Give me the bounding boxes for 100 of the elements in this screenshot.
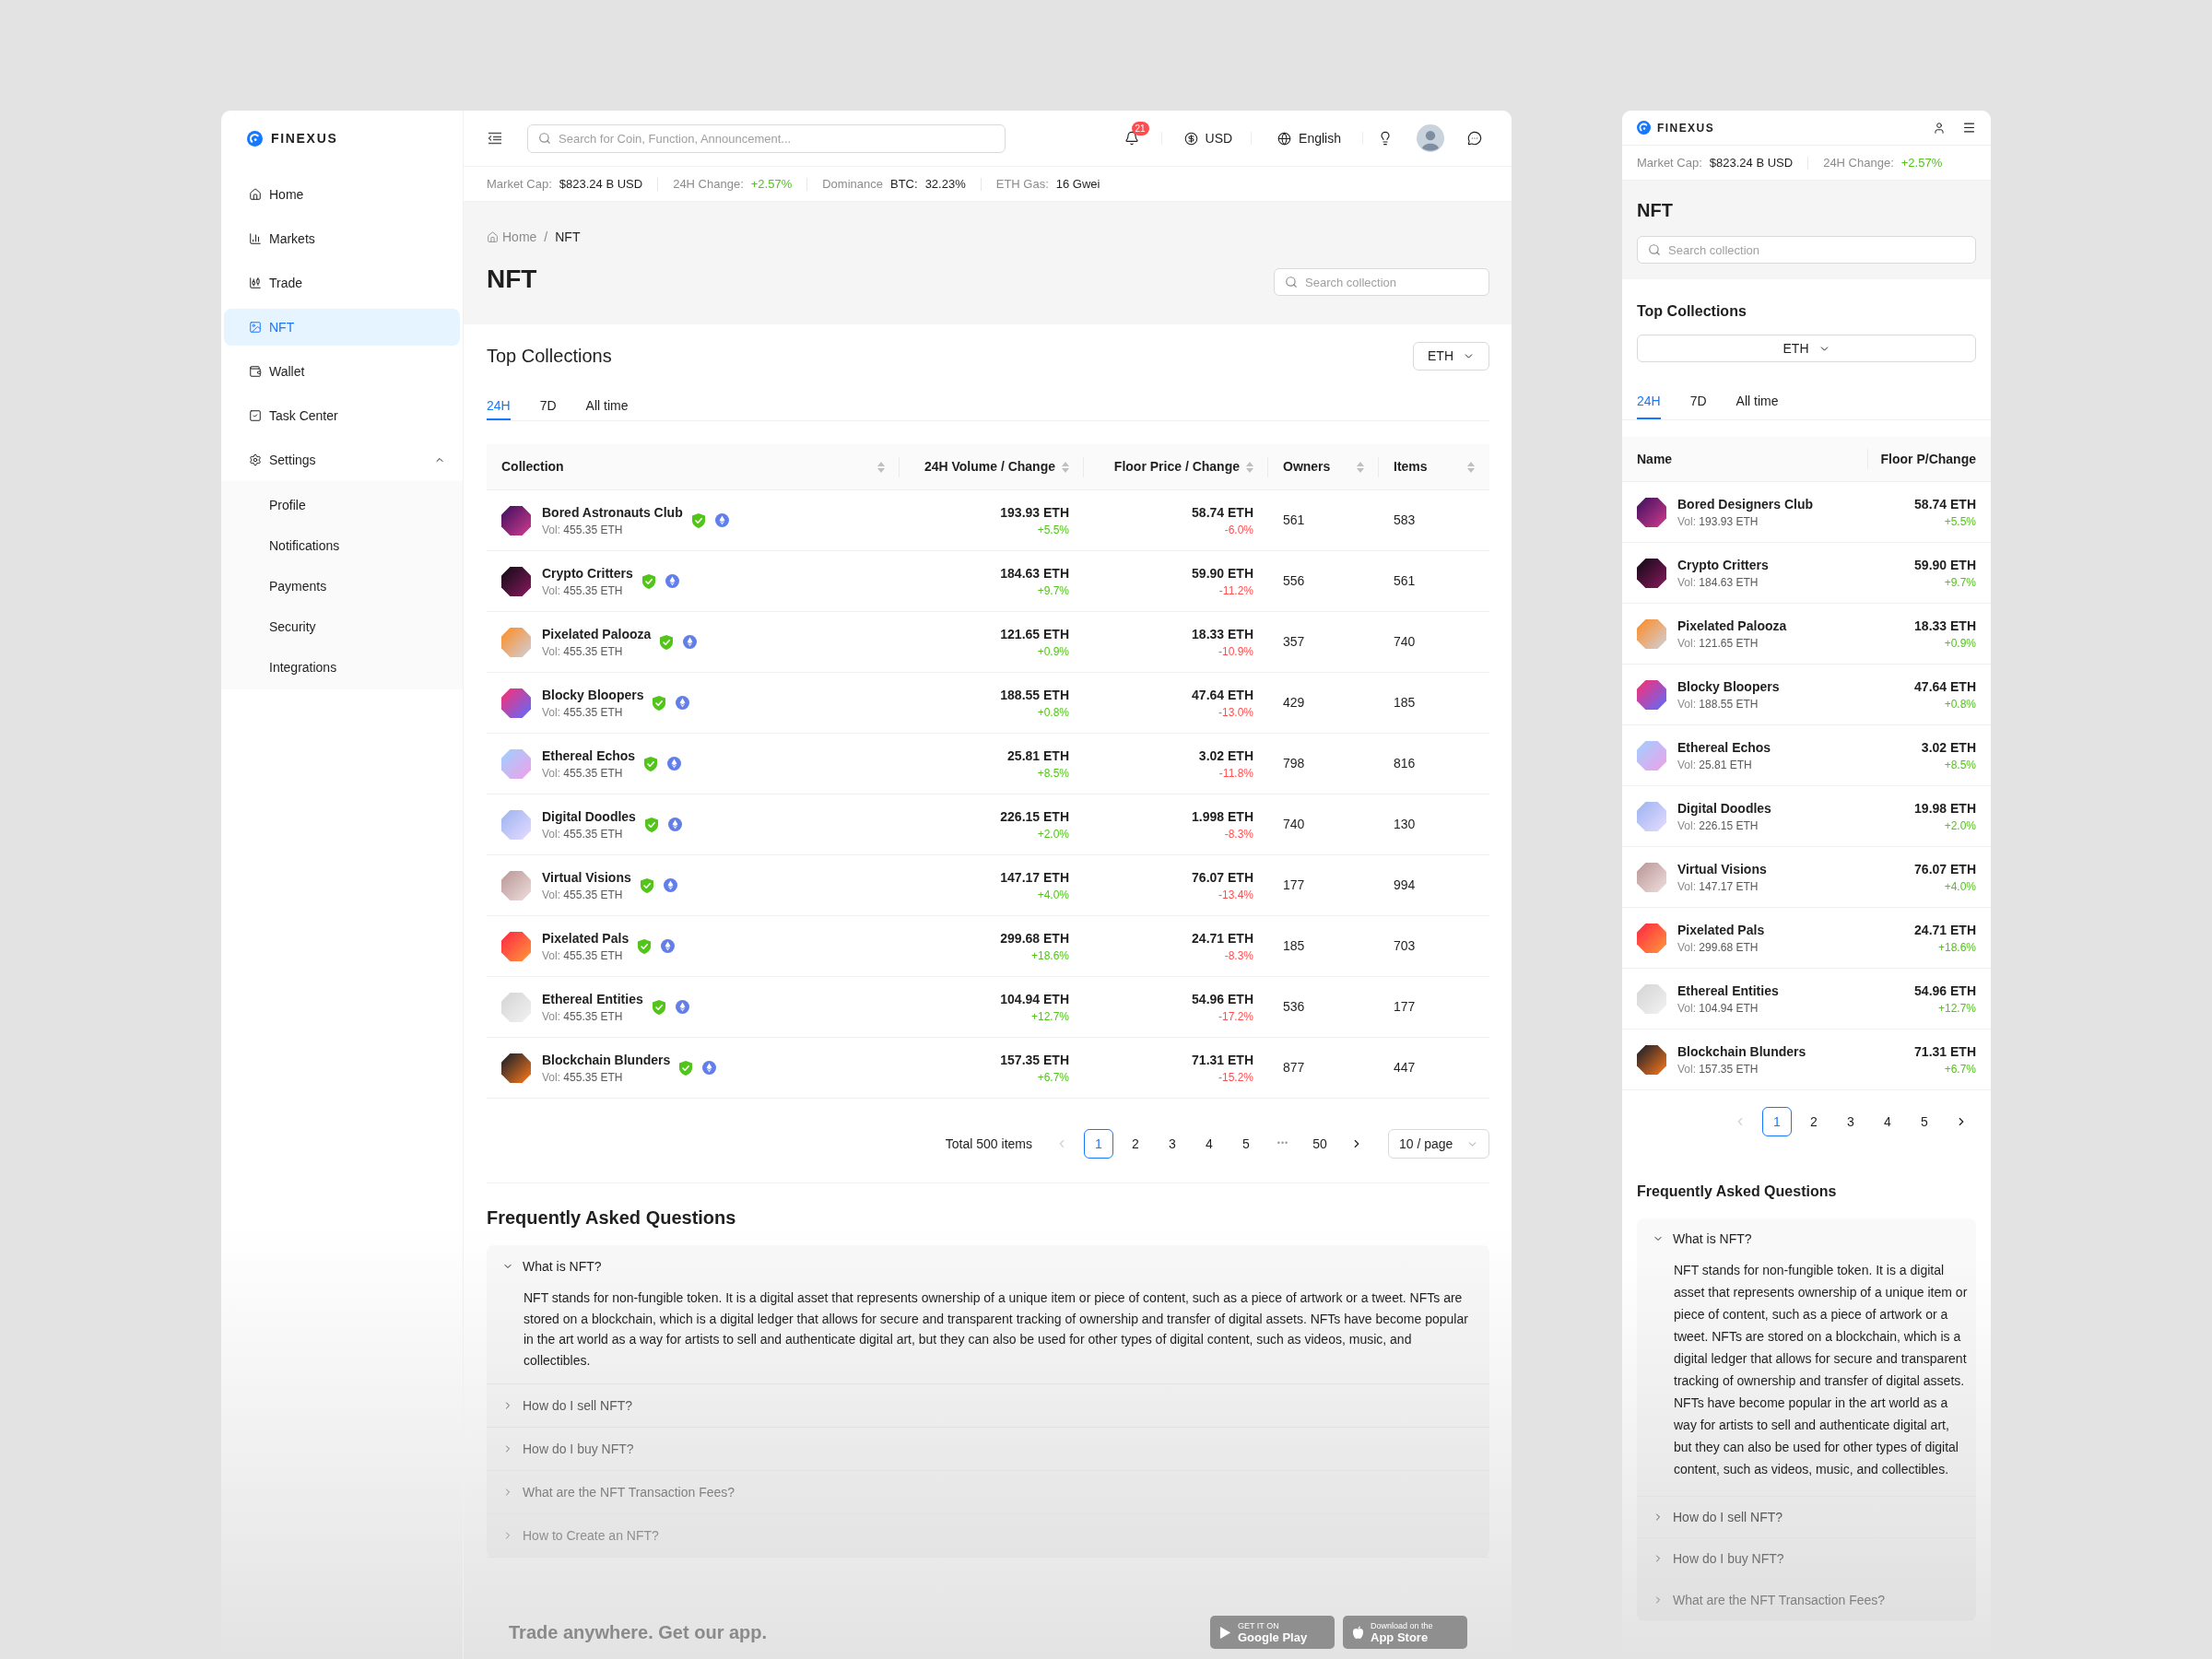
collection-name[interactable]: Blockchain Blunders bbox=[542, 1050, 671, 1069]
section-title: Top Collections bbox=[1637, 302, 1747, 321]
submenu-item[interactable]: Notifications bbox=[221, 525, 463, 566]
column-header[interactable]: Owners bbox=[1283, 457, 1364, 477]
tab[interactable]: 24H bbox=[1637, 382, 1661, 419]
sort-icon bbox=[877, 461, 885, 473]
collection-name[interactable]: Virtual Visions bbox=[1677, 859, 1767, 878]
page-button[interactable]: 5 bbox=[1231, 1129, 1261, 1159]
floor-price: 24.71 ETH bbox=[1192, 929, 1253, 947]
search-field[interactable]: Search for Coin, Function, Announcement... bbox=[527, 124, 1006, 153]
faq-question[interactable]: What is NFT? bbox=[1637, 1218, 1976, 1259]
search-field[interactable]: Search collection bbox=[1274, 268, 1489, 296]
collection-name[interactable]: Pixelated Pals bbox=[1677, 920, 1765, 939]
column-header[interactable]: Floor P/Change bbox=[1880, 449, 1976, 469]
sidebar-item[interactable]: Settings bbox=[224, 441, 460, 478]
user-icon[interactable] bbox=[1933, 121, 1946, 135]
column-header[interactable]: Floor Price / Change bbox=[1099, 457, 1253, 477]
column-header[interactable]: Items bbox=[1394, 457, 1475, 477]
items-count: 561 bbox=[1394, 572, 1416, 590]
page-button[interactable]: 3 bbox=[1836, 1107, 1865, 1136]
page-button[interactable]: 2 bbox=[1799, 1107, 1829, 1136]
stat-label: Market Cap: bbox=[1637, 154, 1702, 171]
page-button[interactable]: 2 bbox=[1121, 1129, 1150, 1159]
collection-name[interactable]: Ethereal Echos bbox=[542, 746, 636, 765]
sidebar-item[interactable]: Wallet bbox=[224, 353, 460, 390]
page-button[interactable]: 5 bbox=[1910, 1107, 1939, 1136]
tab[interactable]: All time bbox=[1735, 382, 1779, 419]
currency-select[interactable]: ETH bbox=[1637, 335, 1976, 362]
column-header[interactable]: 24H Volume / Change bbox=[914, 457, 1069, 477]
page-button[interactable]: 4 bbox=[1194, 1129, 1224, 1159]
owners-count: 536 bbox=[1283, 998, 1305, 1016]
collection-name[interactable]: Ethereal Echos bbox=[1677, 737, 1771, 757]
collection-name[interactable]: Bored Designers Club bbox=[1677, 494, 1814, 513]
floor-change: +0.9% bbox=[1944, 635, 1976, 652]
floor-price: 76.07 ETH bbox=[1914, 860, 1976, 878]
owners-count: 556 bbox=[1283, 572, 1305, 590]
collection-name[interactable]: Ethereal Entities bbox=[542, 989, 643, 1008]
submenu-item[interactable]: Security bbox=[221, 606, 463, 647]
collection-name[interactable]: Virtual Visions bbox=[542, 867, 631, 887]
bell-icon[interactable] bbox=[1124, 131, 1139, 146]
sidebar-item[interactable]: Trade bbox=[224, 265, 460, 301]
page-button[interactable]: 1 bbox=[1084, 1129, 1113, 1159]
user-avatar[interactable] bbox=[1417, 124, 1444, 152]
sidebar-item[interactable]: Task Center bbox=[224, 397, 460, 434]
submenu-item[interactable]: Integrations bbox=[221, 647, 463, 688]
page-button[interactable]: 3 bbox=[1158, 1129, 1187, 1159]
page-button[interactable]: 4 bbox=[1873, 1107, 1902, 1136]
tab[interactable]: 7D bbox=[1689, 382, 1707, 419]
stat-sublabel: BTC: bbox=[890, 175, 918, 193]
collection-name[interactable]: Pixelated Pals bbox=[542, 928, 629, 947]
page-title: NFT bbox=[1637, 199, 1674, 222]
page-button[interactable]: 50 bbox=[1305, 1129, 1335, 1159]
currency-button[interactable]: USD bbox=[1183, 128, 1233, 148]
collection-name[interactable]: Blocky Bloopers bbox=[542, 685, 644, 704]
sidebar-item[interactable]: NFT bbox=[224, 309, 460, 346]
faq-question[interactable]: How do I sell NFT? bbox=[487, 1384, 1489, 1427]
collection-name[interactable]: Pixelated Palooza bbox=[1677, 616, 1787, 635]
faq-question[interactable]: What is NFT? bbox=[487, 1245, 1489, 1288]
search-field[interactable]: Search collection bbox=[1637, 236, 1976, 264]
lightbulb-icon[interactable] bbox=[1378, 131, 1393, 146]
faq-question[interactable]: How do I buy NFT? bbox=[1637, 1538, 1976, 1579]
menu-icon[interactable] bbox=[1962, 121, 1976, 135]
tab[interactable]: 24H bbox=[487, 392, 511, 420]
sidebar-item[interactable]: Markets bbox=[224, 220, 460, 257]
page-button[interactable]: 1 bbox=[1762, 1107, 1792, 1136]
page-size-select[interactable]: 10 / page bbox=[1388, 1129, 1489, 1159]
faq-question[interactable]: How do I sell NFT? bbox=[1637, 1497, 1976, 1537]
chat-icon[interactable] bbox=[1467, 131, 1482, 146]
collection-name[interactable]: Bored Astronauts Club bbox=[542, 502, 683, 522]
tab[interactable]: All time bbox=[585, 392, 629, 420]
volume-text: Vol: 455.35 ETH bbox=[542, 704, 624, 721]
collection-name[interactable]: Crypto Critters bbox=[1677, 555, 1769, 574]
collection-name[interactable]: Ethereal Entities bbox=[1677, 981, 1779, 1000]
sidebar-item[interactable]: Home bbox=[224, 176, 460, 213]
submenu-item[interactable]: Payments bbox=[221, 566, 463, 606]
menu-fold-icon[interactable] bbox=[488, 131, 502, 146]
checkbox-icon bbox=[249, 409, 262, 422]
collection-name[interactable]: Blockchain Blunders bbox=[1677, 1041, 1806, 1061]
floor-price: 24.71 ETH bbox=[1914, 921, 1976, 939]
volume-value: 193.93 ETH bbox=[1000, 503, 1069, 522]
submenu-item[interactable]: Profile bbox=[221, 485, 463, 525]
column-header[interactable]: Collection bbox=[501, 457, 885, 477]
volume-value: 226.15 ETH bbox=[1000, 807, 1069, 826]
faq-question[interactable]: How do I buy NFT? bbox=[487, 1428, 1489, 1470]
tab[interactable]: 7D bbox=[539, 392, 557, 420]
volume-change: +4.0% bbox=[1037, 887, 1069, 903]
section-title: Frequently Asked Questions bbox=[1637, 1182, 1838, 1201]
home-icon bbox=[249, 188, 262, 201]
collection-name[interactable]: Digital Doodles bbox=[1677, 798, 1771, 818]
currency-select[interactable]: ETH bbox=[1413, 341, 1489, 371]
stat-label: ETH Gas: bbox=[995, 175, 1049, 193]
floor-change: +18.6% bbox=[1937, 939, 1976, 956]
sort-icon bbox=[1246, 461, 1253, 473]
language-button[interactable]: English bbox=[1277, 128, 1341, 148]
items-count: 740 bbox=[1394, 633, 1416, 651]
collection-name[interactable]: Blocky Bloopers bbox=[1677, 677, 1780, 696]
collection-name[interactable]: Digital Doodles bbox=[542, 806, 636, 826]
column-header[interactable]: Name bbox=[1637, 449, 1673, 469]
collection-name[interactable]: Crypto Critters bbox=[542, 563, 633, 582]
collection-name[interactable]: Pixelated Palooza bbox=[542, 624, 652, 643]
